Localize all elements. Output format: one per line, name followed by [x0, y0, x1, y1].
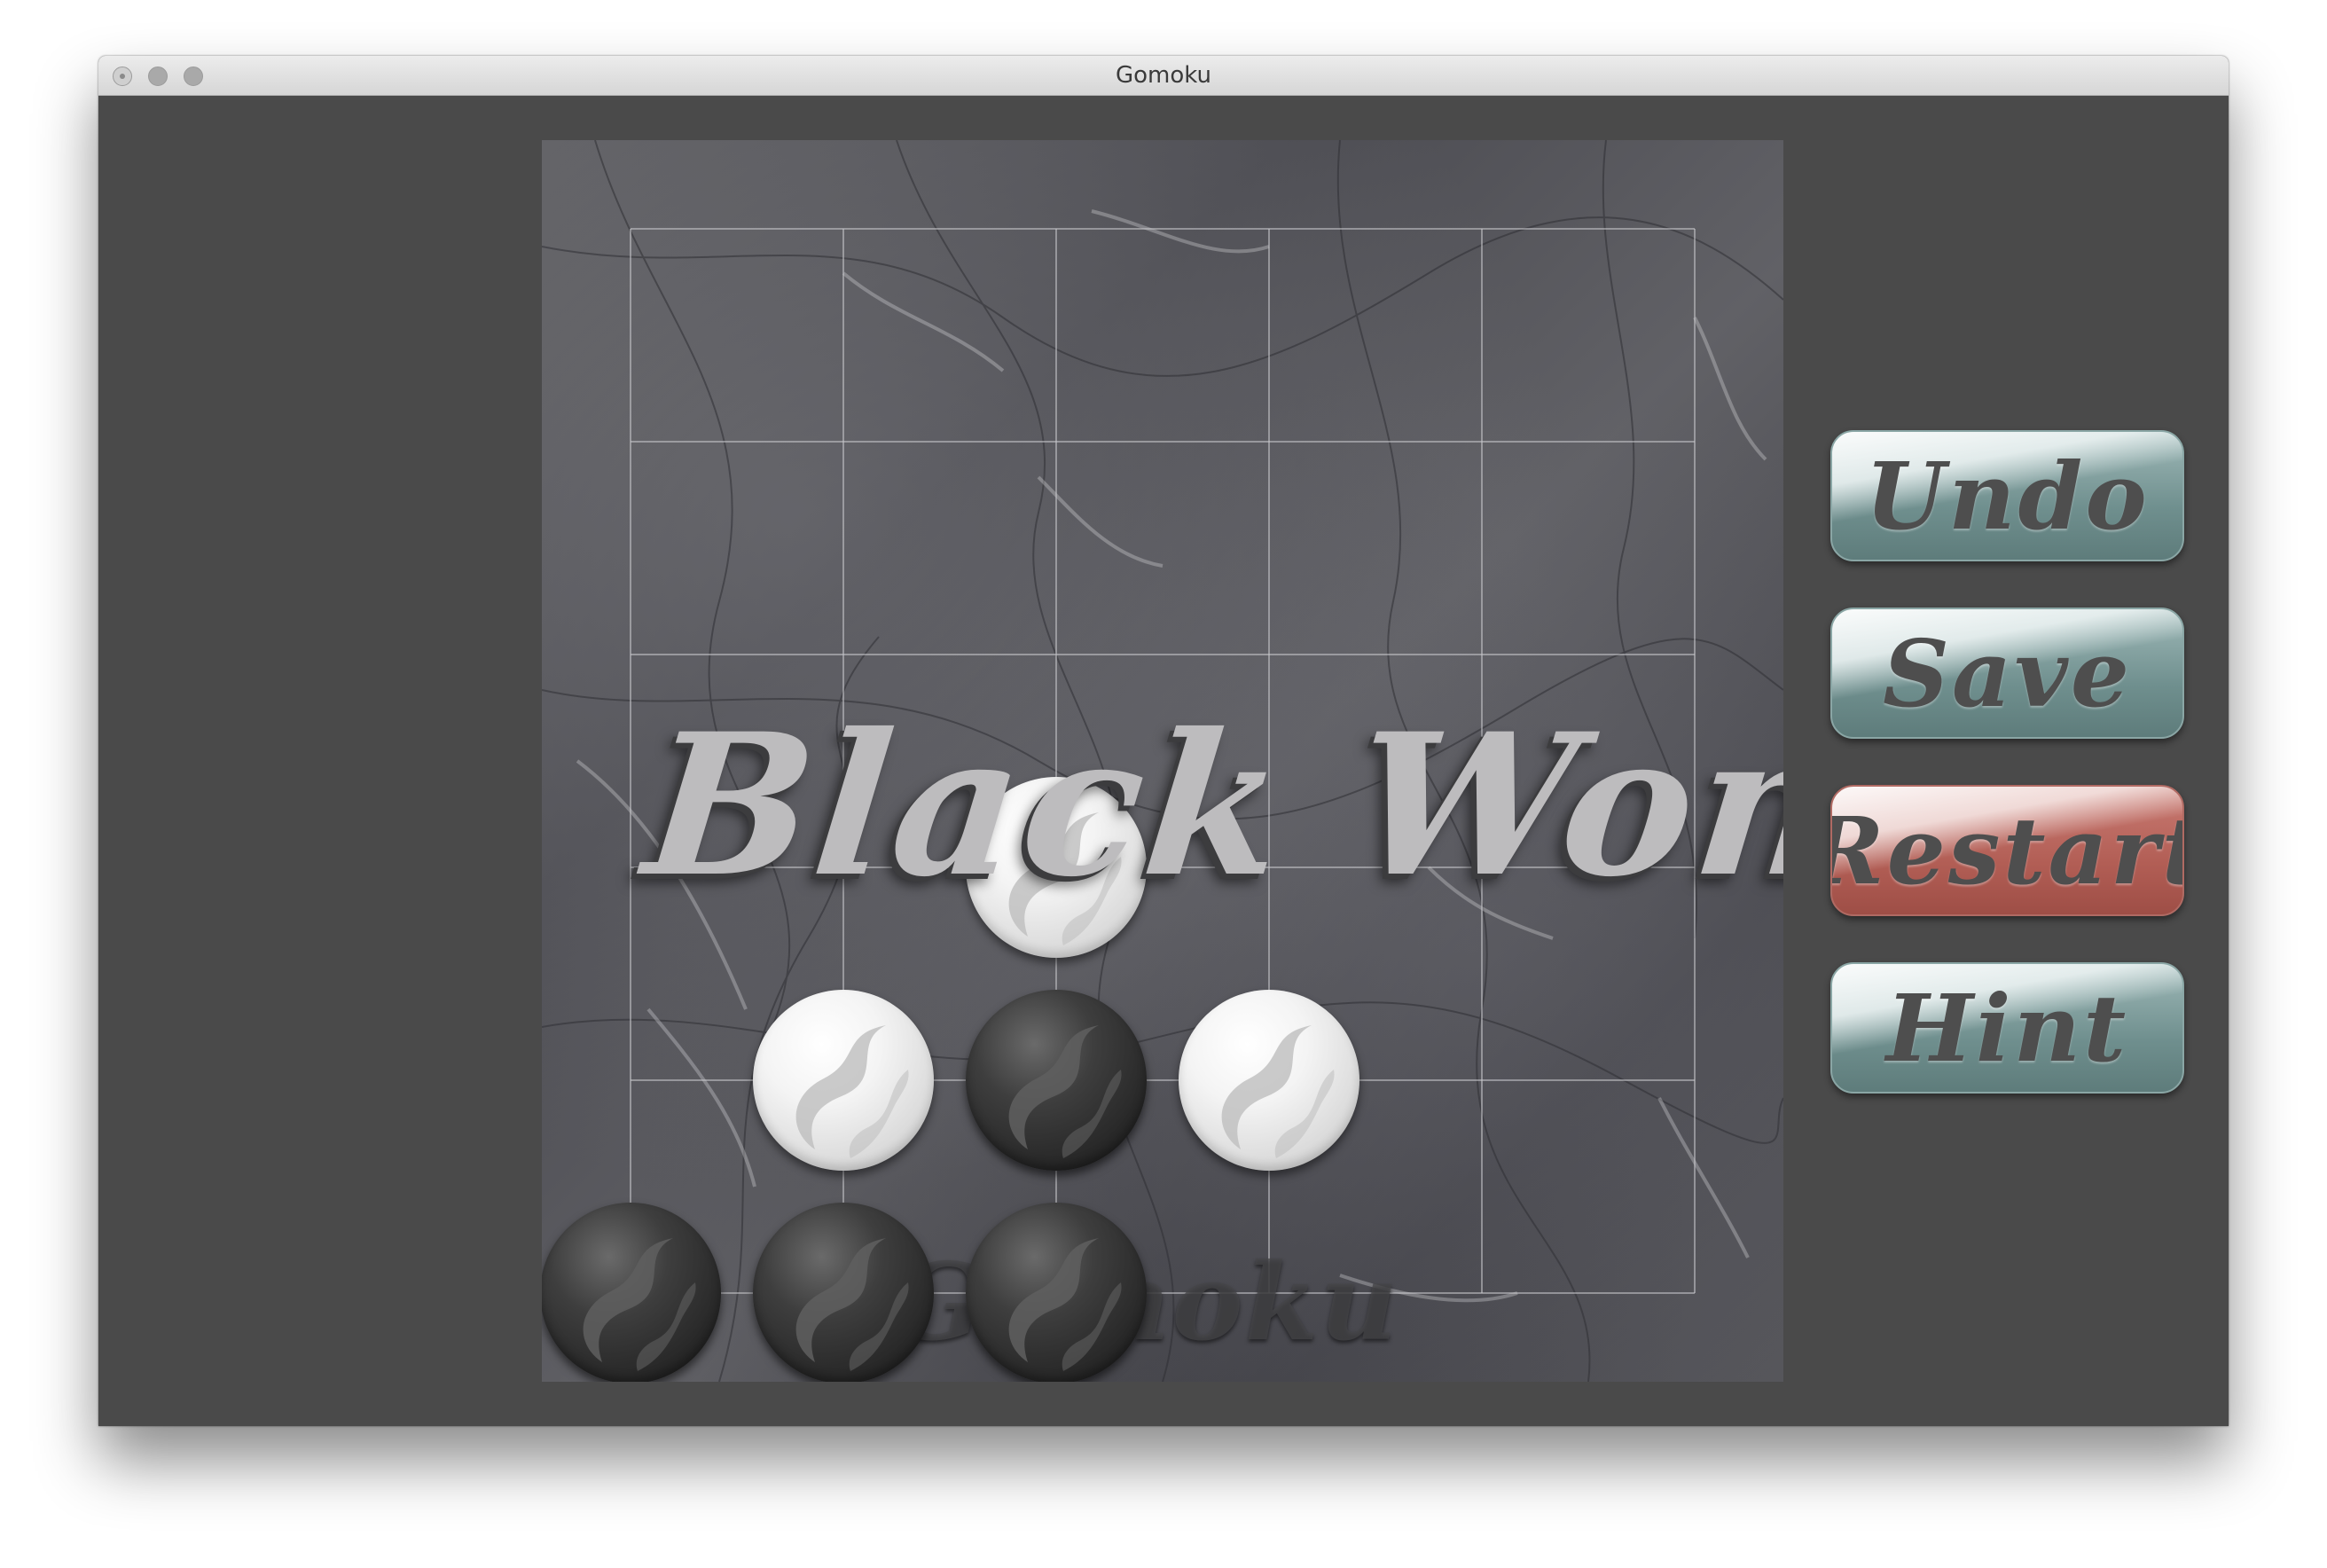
stone-swirl-icon: [795, 1025, 909, 1158]
game-board[interactable]: Gomoku Black Won!: [542, 140, 1783, 1382]
black-stone: [542, 1203, 721, 1382]
stone-swirl-icon: [1221, 1025, 1335, 1158]
restart-button-label: Restart: [1832, 796, 2182, 906]
hint-button-label: Hint: [1885, 973, 2129, 1083]
undo-button-label: Undo: [1865, 441, 2150, 551]
white-stone: [753, 990, 934, 1171]
white-stone: [1179, 990, 1359, 1171]
hint-button[interactable]: Hint: [1830, 962, 2184, 1094]
save-button-label: Save: [1882, 618, 2133, 728]
stone-swirl-icon: [1008, 1025, 1122, 1158]
title-bar[interactable]: Gomoku: [98, 56, 2229, 96]
stone-swirl-icon: [795, 1238, 909, 1371]
black-stone: [966, 990, 1147, 1171]
black-stone: [753, 1203, 934, 1382]
stone-swirl-icon: [583, 1238, 696, 1371]
result-banner: Black Won!: [636, 690, 1783, 920]
stone-swirl-icon: [1008, 1238, 1122, 1371]
undo-button[interactable]: Undo: [1830, 430, 2184, 561]
restart-button[interactable]: Restart: [1830, 785, 2184, 916]
window-title: Gomoku: [1115, 62, 1212, 89]
save-button[interactable]: Save: [1830, 608, 2184, 739]
game-window: Gomoku Black Won! Undo Save estar Hint: [98, 56, 2229, 1426]
black-stone: [966, 1203, 1147, 1382]
